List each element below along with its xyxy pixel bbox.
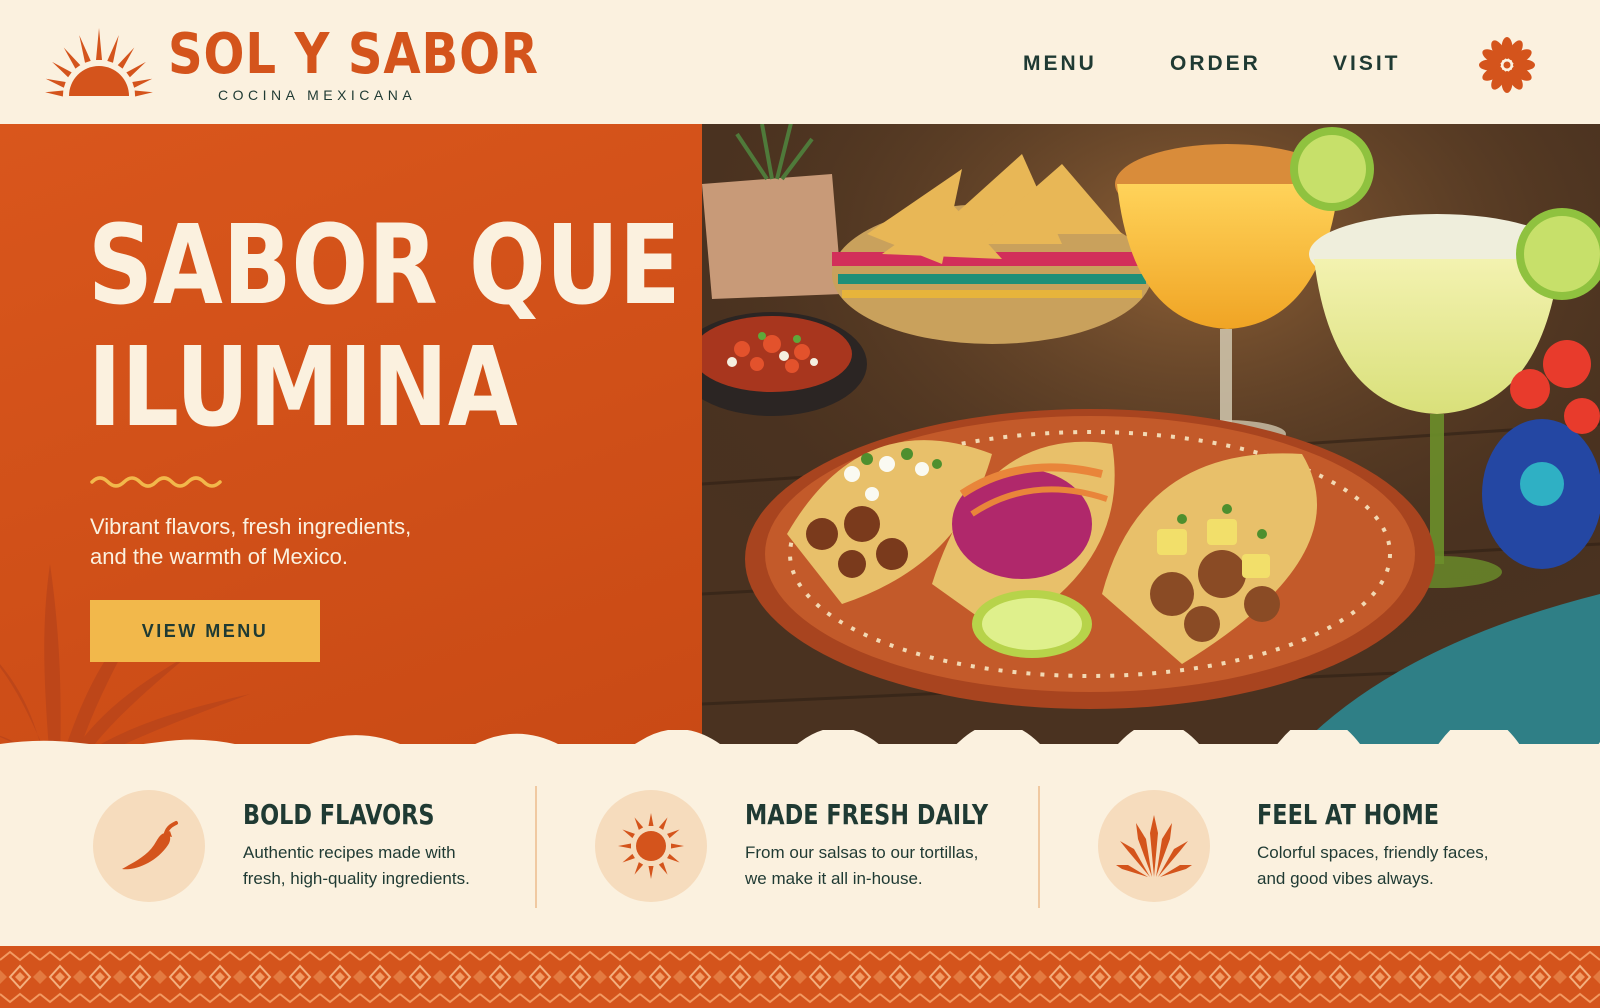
chili-pepper-icon [122,821,178,870]
hero-title-line-1: SABOR QUE [88,201,681,329]
feature-description-line-2: fresh, high-quality ingredients. [243,869,470,888]
site-header: SOL Y SABOR COCINA MEXICANA MENU ORDER V… [0,0,1600,124]
brand-name[interactable]: SOL Y SABOR [168,22,539,88]
hero-subtitle-line-1: Vibrant flavors, fresh ingredients, [90,514,412,539]
feature-icon-circle [595,790,707,902]
agave-icon [1116,815,1192,877]
wave-divider [90,476,222,488]
nav-menu-link[interactable]: MENU [1023,52,1097,76]
feature-description-line-1: From our salsas to our tortillas, [745,843,979,862]
feature-description-line-2: we make it all in-house. [745,869,923,888]
zigzag-pattern [0,946,1600,1008]
flower-icon[interactable] [1478,36,1536,94]
feature-description-line-1: Colorful spaces, friendly faces, [1257,843,1489,862]
feature-description: Authentic recipes made with fresh, high-… [243,840,503,892]
view-menu-button[interactable]: VIEW MENU [90,600,320,662]
sun-icon [618,813,684,879]
hero-panel: SABOR QUE ILUMINA Vibrant flavors, fresh… [0,124,702,744]
feature-title: BOLD FLAVORS [243,798,435,831]
brand-tagline: COCINA MEXICANA [218,87,417,103]
hero-title-line-2: ILUMINA [88,323,518,451]
hero-subtitle: Vibrant flavors, fresh ingredients, and … [90,512,510,572]
nav-order-link[interactable]: ORDER [1170,52,1261,76]
feature-icon-circle [93,790,205,902]
feature-feel-at-home: FEEL AT HOME Colorful spaces, friendly f… [1038,744,1541,944]
tacos-and-margaritas-photo [702,124,1600,744]
nav-visit-link[interactable]: VISIT [1333,52,1401,76]
feature-made-fresh-daily: MADE FRESH DAILY From our salsas to our … [535,744,1038,944]
feature-bold-flavors: BOLD FLAVORS Authentic recipes made with… [0,744,503,944]
hero-subtitle-line-2: and the warmth of Mexico. [90,544,349,569]
feature-icon-circle [1098,790,1210,902]
decorative-pattern-band [0,946,1600,1008]
feature-title: MADE FRESH DAILY [745,798,989,831]
feature-title: FEEL AT HOME [1257,798,1440,831]
feature-description: Colorful spaces, friendly faces, and goo… [1257,840,1517,892]
features-section: BOLD FLAVORS Authentic recipes made with… [0,744,1600,944]
feature-description: From our salsas to our tortillas, we mak… [745,840,1005,892]
hero-title: SABOR QUE ILUMINA [88,204,681,448]
sun-icon[interactable] [42,26,156,98]
hero-food-image [702,124,1600,744]
feature-description-line-1: Authentic recipes made with [243,843,456,862]
feature-description-line-2: and good vibes always. [1257,869,1434,888]
